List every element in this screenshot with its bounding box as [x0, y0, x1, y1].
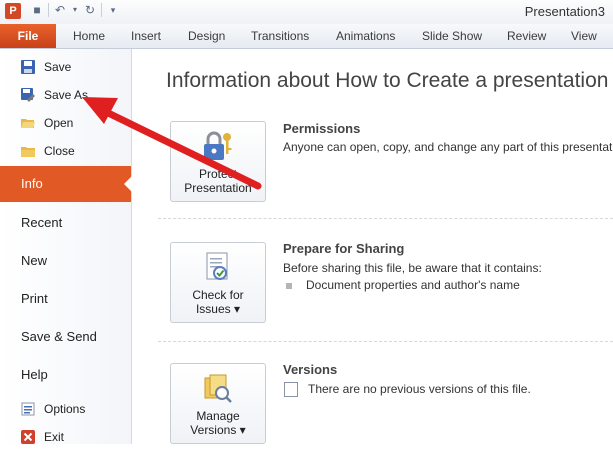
exit-icon — [20, 429, 36, 445]
new-label: New — [21, 253, 48, 268]
close-label: Close — [44, 144, 75, 158]
qat-separator — [101, 3, 102, 17]
save-as-label: Save As — [44, 88, 89, 102]
versions-row: There are no previous versions of this f… — [284, 382, 531, 398]
protect-button-line2: Presentation — [184, 181, 252, 195]
close-folder-icon — [20, 143, 36, 159]
recent-label: Recent — [21, 215, 63, 230]
check-issues-button-label: Check for Issues ▾ — [171, 288, 265, 316]
undo-dropdown-icon[interactable]: ▾ — [71, 3, 79, 17]
save-send-label: Save & Send — [21, 329, 97, 344]
prepare-sharing-title: Prepare for Sharing — [283, 241, 405, 256]
versions-title: Versions — [283, 362, 338, 377]
info-panel: Information about How to Create a presen… — [132, 49, 613, 444]
manage-versions-line2: Versions ▾ — [190, 423, 246, 437]
tab-info[interactable]: Info — [0, 166, 132, 202]
tab-home[interactable]: Home — [73, 24, 105, 48]
print-label: Print — [21, 291, 48, 306]
tab-review[interactable]: Review — [507, 24, 546, 48]
bullet-icon — [286, 282, 292, 289]
title-bar: P ■ ↶ ▾ ↻ ▾ Presentation3 — [0, 0, 613, 24]
bullet-text: Document properties and author's name — [306, 278, 520, 292]
permissions-title: Permissions — [283, 121, 361, 136]
qat-separator — [48, 3, 49, 17]
prepare-sharing-text: Before sharing this file, be aware that … — [283, 261, 542, 275]
check-issues-line2: Issues ▾ — [195, 302, 241, 316]
page-title: Information about How to Create a presen… — [166, 69, 609, 92]
window-title: Presentation3 — [524, 4, 605, 19]
lock-key-icon — [204, 131, 232, 160]
undo-icon[interactable]: ↶ — [53, 3, 67, 17]
versions-icon — [204, 374, 232, 403]
close-command[interactable]: Close — [0, 138, 131, 164]
save-icon — [20, 59, 36, 75]
manage-versions-button-label: Manage Versions ▾ — [171, 409, 265, 437]
section-divider — [158, 341, 613, 342]
tab-view[interactable]: View — [571, 24, 597, 48]
help-label: Help — [21, 367, 48, 382]
versions-text: There are no previous versions of this f… — [308, 382, 531, 396]
open-command[interactable]: Open — [0, 110, 131, 136]
tab-transitions[interactable]: Transitions — [251, 24, 309, 48]
options-icon — [20, 401, 36, 417]
tab-file[interactable]: File — [0, 24, 56, 48]
manage-versions-line1: Manage — [196, 409, 240, 423]
check-issues-line1: Check for — [192, 288, 244, 302]
quick-save-icon[interactable]: ■ — [30, 3, 44, 17]
permissions-text: Anyone can open, copy, and change any pa… — [283, 140, 613, 154]
tab-slide-show[interactable]: Slide Show — [422, 24, 482, 48]
quick-access-toolbar: ■ ↶ ▾ ↻ ▾ — [30, 3, 120, 17]
list-item: Document properties and author's name — [286, 278, 520, 292]
save-label: Save — [44, 60, 72, 74]
save-as-command[interactable]: Save As — [0, 82, 131, 108]
check-for-issues-button[interactable]: Check for Issues ▾ — [170, 242, 266, 323]
ribbon-tabs: File Home Insert Design Transitions Anim… — [0, 24, 613, 49]
document-version-icon — [284, 382, 298, 398]
tab-print[interactable]: Print — [0, 281, 131, 317]
exit-command[interactable]: Exit — [0, 424, 131, 450]
customize-qat-icon[interactable]: ▾ — [106, 3, 120, 17]
tab-save-send[interactable]: Save & Send — [0, 319, 131, 355]
tab-insert[interactable]: Insert — [131, 24, 161, 48]
open-folder-icon — [20, 115, 36, 131]
tab-animations[interactable]: Animations — [336, 24, 395, 48]
inspect-document-icon — [206, 252, 228, 280]
protect-button-line1: Protect — [198, 167, 237, 181]
tab-help[interactable]: Help — [0, 357, 131, 393]
tab-recent[interactable]: Recent — [0, 205, 131, 241]
info-label: Info — [21, 176, 43, 191]
open-label: Open — [44, 116, 74, 130]
tab-new[interactable]: New — [0, 243, 131, 279]
save-as-icon — [20, 87, 36, 103]
redo-icon[interactable]: ↻ — [83, 3, 97, 17]
powerpoint-app-icon[interactable]: P — [5, 3, 21, 19]
section-divider — [158, 218, 613, 219]
options-label: Options — [44, 402, 86, 416]
protect-presentation-button[interactable]: Protect Presentation — [170, 121, 266, 202]
exit-label: Exit — [44, 430, 65, 444]
manage-versions-button[interactable]: Manage Versions ▾ — [170, 363, 266, 444]
backstage-nav: Save Save As Open Close Info Recent New … — [0, 49, 132, 444]
save-command[interactable]: Save — [0, 54, 131, 80]
options-command[interactable]: Options — [0, 396, 131, 422]
tab-design[interactable]: Design — [188, 24, 225, 48]
protect-button-label: Protect Presentation — [171, 167, 265, 195]
